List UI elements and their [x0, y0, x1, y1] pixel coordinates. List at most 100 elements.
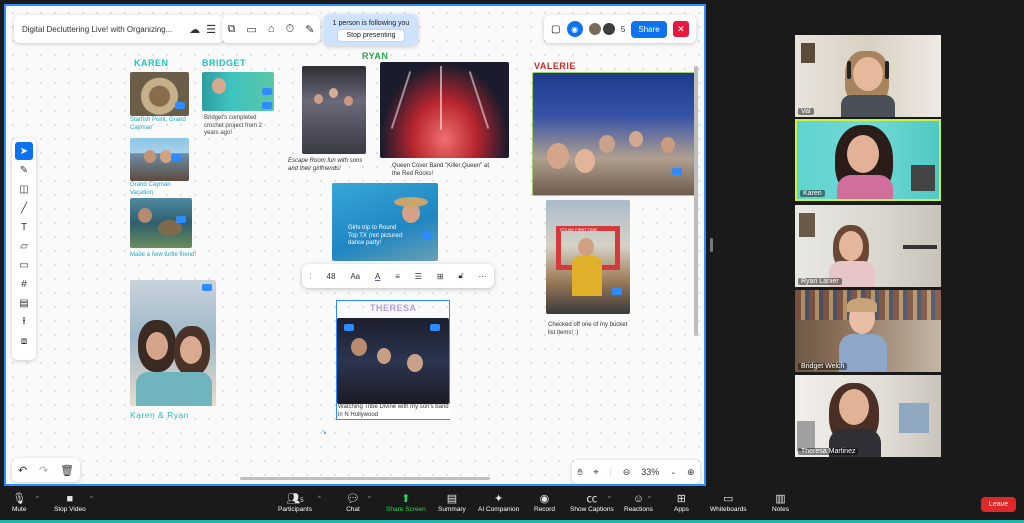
photo-valerie-crowd[interactable]	[532, 72, 696, 196]
zoom-in-icon[interactable]: ⊕	[687, 467, 695, 478]
board-title[interactable]: Digital Decluttering Live! with Organizi…	[22, 25, 172, 34]
chevron-up-icon[interactable]: ^	[90, 496, 93, 502]
comment-marker-icon[interactable]	[175, 102, 185, 109]
caption-escape: Escape Room fun with sons and their girl…	[288, 158, 363, 172]
frame-icon[interactable]: #	[15, 275, 33, 293]
hand-icon[interactable]: ✋︎	[577, 467, 582, 478]
text-icon[interactable]: T	[15, 218, 33, 236]
board-tools-bar: ⧉ ▭ ⌂ ⏱ ✎	[222, 15, 320, 43]
photo-queen-concert[interactable]	[380, 62, 509, 158]
cloud-sync-icon[interactable]: ☁	[189, 23, 200, 36]
font-style-icon[interactable]: Aa	[350, 272, 360, 281]
video-tile-karen[interactable]: Karen	[795, 119, 941, 201]
photo-escape-room[interactable]	[302, 66, 366, 154]
whiteboard-canvas[interactable]: Digital Decluttering Live! with Organizi…	[4, 4, 706, 486]
stop-presenting-button[interactable]: Stop presenting	[338, 29, 404, 41]
sticky-note-icon[interactable]: ▱	[15, 237, 33, 255]
comment-marker-icon[interactable]	[612, 288, 622, 295]
share-bar: ▢ ◉ 5 Share ✕	[544, 15, 696, 43]
stop-video-button[interactable]: ■ Stop Video	[54, 492, 86, 513]
close-icon[interactable]: ✕	[672, 21, 689, 37]
comment-marker-icon[interactable]	[430, 324, 440, 331]
whiteboards-button[interactable]: ▭ Whiteboards	[710, 492, 747, 513]
caption-girls-trip: Girls trip to Round Top TX (not pictured…	[348, 225, 404, 246]
chat-button[interactable]: 💬︎ Chat	[346, 492, 360, 513]
more-tools-icon[interactable]: ⧈	[15, 332, 33, 350]
record-button[interactable]: ◉ Record	[534, 492, 555, 513]
share-button[interactable]: Share	[631, 20, 667, 38]
comment-marker-icon[interactable]	[262, 102, 272, 109]
label-ryan: RYAN	[362, 51, 389, 61]
chevron-up-icon[interactable]: ^	[648, 496, 651, 502]
vertical-scrollbar[interactable]	[694, 66, 698, 336]
comment-marker-icon[interactable]	[262, 88, 272, 95]
zoom-level[interactable]: 33%	[641, 467, 659, 477]
redo-icon[interactable]: ↷	[39, 464, 48, 477]
left-toolbar: ➤ ✎ ◫ ╱ T ▱ ▭ # ▤ ⭱ ⧈	[12, 138, 36, 360]
comment-marker-icon[interactable]	[672, 168, 682, 175]
screen-icon[interactable]: ⌂	[268, 23, 275, 35]
font-size-field[interactable]: 48	[327, 272, 336, 281]
summary-button[interactable]: ▤ Summary	[438, 492, 466, 513]
chat-icon: 💬︎	[346, 493, 360, 505]
pen-icon[interactable]: ✎	[15, 161, 33, 179]
chevron-up-icon[interactable]: ^	[368, 496, 371, 502]
drag-handle-icon[interactable]: ⁞	[309, 272, 311, 281]
follow-icon[interactable]: ◉	[566, 21, 583, 37]
comment-marker-icon[interactable]	[344, 324, 354, 331]
select-icon[interactable]: ➤	[15, 142, 33, 160]
lock-icon[interactable]: 🔓︎	[458, 271, 463, 281]
mute-button[interactable]: 🎙︎ Mute	[12, 492, 26, 513]
list-icon[interactable]: ☰	[415, 272, 422, 281]
chevron-up-icon[interactable]: ^	[608, 496, 611, 502]
chevron-down-icon[interactable]: ⌄	[670, 468, 676, 476]
avatars[interactable]	[588, 23, 615, 35]
timer-icon[interactable]: ⏱	[286, 23, 295, 36]
comment-marker-icon[interactable]	[202, 284, 212, 291]
comment-icon[interactable]: ▭	[15, 256, 33, 274]
zoom-out-icon[interactable]: ⊖	[623, 467, 631, 478]
leave-button[interactable]: Leave	[980, 497, 1016, 512]
magic-icon[interactable]: ✎	[305, 23, 314, 36]
photo-turtle[interactable]	[130, 198, 192, 248]
comment-icon[interactable]: ▢	[551, 24, 560, 35]
camera-icon: ■	[66, 493, 74, 505]
pages-icon[interactable]: ⧉	[228, 23, 236, 36]
trash-icon[interactable]: 🗑︎	[60, 464, 74, 477]
ai-companion-button[interactable]: ✦ AI Companion	[478, 492, 519, 513]
board-title-bar[interactable]: Digital Decluttering Live! with Organizi…	[14, 15, 224, 43]
fit-icon[interactable]: ⌖	[594, 467, 599, 478]
comment-marker-icon[interactable]	[422, 232, 432, 239]
undo-icon[interactable]: ↶	[18, 464, 27, 477]
align-left-icon[interactable]: ≡	[395, 272, 400, 281]
photo-starfish[interactable]	[130, 72, 189, 116]
photo-karen-ryan[interactable]	[130, 280, 216, 406]
text-color-icon[interactable]: A	[375, 272, 380, 281]
template-icon[interactable]: ▤	[15, 294, 33, 312]
video-tile-theresa[interactable]: Theresa Martinez	[795, 375, 941, 457]
video-tile-ryan[interactable]: Ryan Lanier	[795, 205, 941, 287]
video-tile-bridget[interactable]: Bridget Welch	[795, 290, 941, 372]
present-icon[interactable]: ▭	[246, 23, 256, 36]
microphone-icon: 🎙︎	[12, 493, 27, 505]
split-handle[interactable]	[710, 238, 713, 252]
comment-marker-icon[interactable]	[176, 216, 186, 223]
upload-icon[interactable]: ⭱	[15, 313, 33, 331]
shapes-icon[interactable]: ◫	[15, 180, 33, 198]
video-tile-val[interactable]: Val	[795, 35, 941, 117]
apps-button[interactable]: ⊞ Apps	[674, 492, 689, 513]
comment-marker-icon[interactable]	[171, 154, 181, 161]
share-screen-button[interactable]: ⬆ Share Screen	[386, 492, 426, 513]
chevron-up-icon[interactable]: ^	[318, 496, 321, 502]
caption-turtle: Made a new turtle friend!	[130, 252, 197, 258]
notes-button[interactable]: ▥ Notes	[772, 492, 789, 513]
participants-button[interactable]: 👥︎5 Participants	[278, 492, 312, 513]
more-icon[interactable]: ⋯	[478, 272, 486, 281]
horizontal-scrollbar[interactable]	[240, 477, 490, 480]
photo-girls-trip[interactable]	[332, 183, 438, 261]
chevron-up-icon[interactable]: ^	[36, 496, 39, 502]
line-icon[interactable]: ╱	[15, 199, 33, 217]
menu-icon[interactable]: ☰	[206, 23, 216, 36]
photo-bucket-list[interactable]: IT'S MY FIRST TIME	[546, 200, 630, 314]
grid-icon[interactable]: ⊞	[437, 272, 444, 281]
